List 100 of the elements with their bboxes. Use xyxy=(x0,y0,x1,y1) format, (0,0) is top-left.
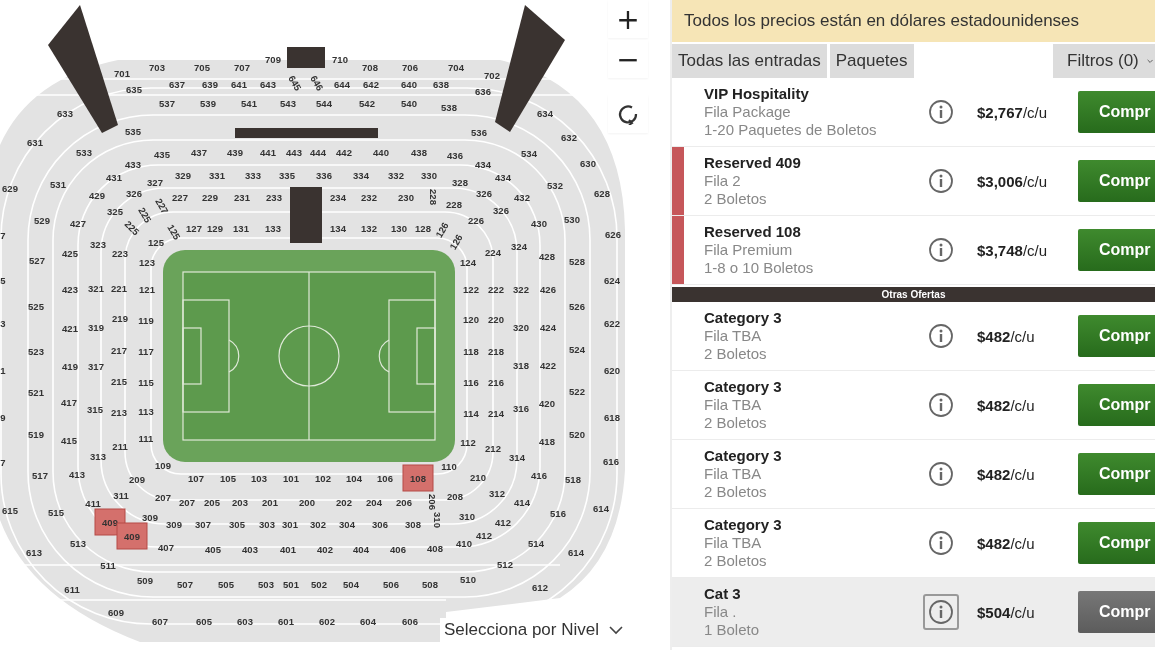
seat-section[interactable]: 401 xyxy=(280,543,296,555)
seat-section[interactable]: 614 xyxy=(593,502,609,514)
zoom-in-button[interactable]: + xyxy=(608,0,648,38)
seat-section[interactable]: 314 xyxy=(509,451,525,463)
seat-section[interactable]: 402 xyxy=(317,543,333,555)
buy-button[interactable]: Compr xyxy=(1078,384,1155,426)
seat-section[interactable]: 635 xyxy=(126,83,142,95)
seat-section[interactable]: 326 xyxy=(493,204,509,216)
seat-section[interactable]: 612 xyxy=(532,581,548,593)
seat-section[interactable]: 430 xyxy=(531,217,547,229)
seat-section[interactable]: 209 xyxy=(129,473,145,485)
seat-section[interactable]: 304 xyxy=(339,518,355,530)
seat-section[interactable]: 433 xyxy=(125,158,141,170)
seat-section[interactable]: 425 xyxy=(62,247,78,259)
seat-section[interactable]: 512 xyxy=(497,558,513,570)
seat-section[interactable]: 626 xyxy=(605,228,621,240)
seat-section[interactable]: 513 xyxy=(70,537,86,549)
seat-section[interactable]: 605 xyxy=(196,615,212,627)
seat-section[interactable]: 533 xyxy=(76,146,92,158)
seat-section[interactable]: 207 xyxy=(155,491,171,503)
tab[interactable]: Todas las entradas xyxy=(672,44,827,78)
seat-section[interactable]: 226 xyxy=(468,214,484,226)
seat-section[interactable]: 523 xyxy=(28,345,44,357)
seat-section[interactable]: 117 xyxy=(138,345,154,357)
seat-section[interactable]: 525 xyxy=(28,300,44,312)
seat-section[interactable]: 526 xyxy=(569,300,585,312)
buy-button[interactable]: Compr xyxy=(1078,315,1155,357)
seat-section[interactable]: 422 xyxy=(540,359,556,371)
seat-section[interactable]: 642 xyxy=(363,78,379,90)
seat-section[interactable]: 213 xyxy=(111,406,127,418)
seat-section[interactable]: 119 xyxy=(138,314,154,326)
seat-section[interactable]: 542 xyxy=(359,97,375,109)
seat-section[interactable]: 404 xyxy=(353,543,369,555)
seat-section[interactable]: 414 xyxy=(514,496,530,508)
seat-section[interactable]: 441 xyxy=(260,146,276,158)
seat-section[interactable]: 701 xyxy=(114,67,130,79)
seat-section[interactable]: 505 xyxy=(218,578,234,590)
seat-section[interactable]: 230 xyxy=(398,191,414,203)
seat-section[interactable]: 411 xyxy=(85,497,101,509)
seat-section[interactable]: 205 xyxy=(204,496,220,508)
seat-section[interactable]: 316 xyxy=(513,402,529,414)
buy-button[interactable]: Compr xyxy=(1078,522,1155,564)
seat-section[interactable]: 426 xyxy=(540,283,556,295)
seat-section[interactable]: 606 xyxy=(402,615,418,627)
seat-section[interactable]: 336 xyxy=(316,169,332,181)
seat-section[interactable]: 334 xyxy=(353,169,369,181)
seat-section[interactable]: 133 xyxy=(265,222,281,234)
seat-section[interactable]: 631 xyxy=(27,136,43,148)
seat-section[interactable]: 704 xyxy=(448,61,464,73)
seat-section[interactable]: 320 xyxy=(513,321,529,333)
seat-section[interactable]: 321 xyxy=(88,282,104,294)
info-icon[interactable] xyxy=(928,168,954,194)
seat-section[interactable]: 506 xyxy=(383,578,399,590)
seat-section[interactable]: 601 xyxy=(278,615,294,627)
seat-section[interactable]: 412 xyxy=(476,529,492,541)
seat-section[interactable]: 434 xyxy=(475,158,491,170)
seat-section[interactable]: 206 xyxy=(396,496,412,508)
seat-section[interactable]: 406 xyxy=(390,543,406,555)
seat-section[interactable]: 5 xyxy=(0,274,6,286)
seat-section[interactable]: 202 xyxy=(336,496,352,508)
seat-section[interactable]: 204 xyxy=(366,496,382,508)
seat-section[interactable]: 223 xyxy=(112,247,128,259)
seat-section[interactable]: 219 xyxy=(112,312,128,324)
seat-section[interactable]: 315 xyxy=(87,403,103,415)
seat-section[interactable]: 502 xyxy=(311,578,327,590)
seat-section[interactable]: 310 xyxy=(459,510,475,522)
seat-section[interactable]: 228 xyxy=(446,198,462,210)
seat-section[interactable]: 407 xyxy=(158,541,174,553)
seat-section[interactable]: 210 xyxy=(470,471,486,483)
seat-section[interactable]: 520 xyxy=(569,428,585,440)
seat-section[interactable]: 702 xyxy=(484,69,500,81)
seat-section[interactable]: 211 xyxy=(112,440,128,452)
zoom-out-button[interactable]: − xyxy=(608,40,648,78)
seat-section[interactable]: 111 xyxy=(138,432,154,444)
seat-section[interactable]: 432 xyxy=(514,191,530,203)
seat-section[interactable]: 203 xyxy=(232,496,248,508)
seat-section[interactable]: 217 xyxy=(111,344,127,356)
seat-section[interactable]: 645 xyxy=(286,73,304,93)
info-icon[interactable] xyxy=(928,323,954,349)
seat-section[interactable]: 127 xyxy=(186,222,202,234)
seat-section[interactable]: 115 xyxy=(138,376,154,388)
seat-section[interactable]: 424 xyxy=(540,321,556,333)
seat-section[interactable]: 444 xyxy=(310,146,326,158)
seat-section[interactable]: 431 xyxy=(106,171,122,183)
buy-button[interactable]: Compr xyxy=(1078,91,1155,133)
seat-section[interactable]: 110 xyxy=(441,460,457,472)
seat-section[interactable]: 644 xyxy=(334,78,350,90)
seat-section[interactable]: 510 xyxy=(460,573,476,585)
seat-section[interactable]: 131 xyxy=(233,222,249,234)
filters-button[interactable]: Filtros (0) xyxy=(1053,44,1155,78)
seat-section[interactable]: 214 xyxy=(488,407,504,419)
seat-section[interactable]: 121 xyxy=(139,283,155,295)
seat-section[interactable]: 528 xyxy=(569,255,585,267)
seat-section[interactable]: 232 xyxy=(361,191,377,203)
seat-section[interactable]: 544 xyxy=(316,97,332,109)
seat-section[interactable]: 207 xyxy=(179,496,195,508)
seat-section[interactable]: 531 xyxy=(50,178,66,190)
seat-section[interactable]: 633 xyxy=(57,107,73,119)
seat-section[interactable]: 705 xyxy=(194,61,210,73)
seat-section[interactable]: 709 xyxy=(265,53,281,65)
